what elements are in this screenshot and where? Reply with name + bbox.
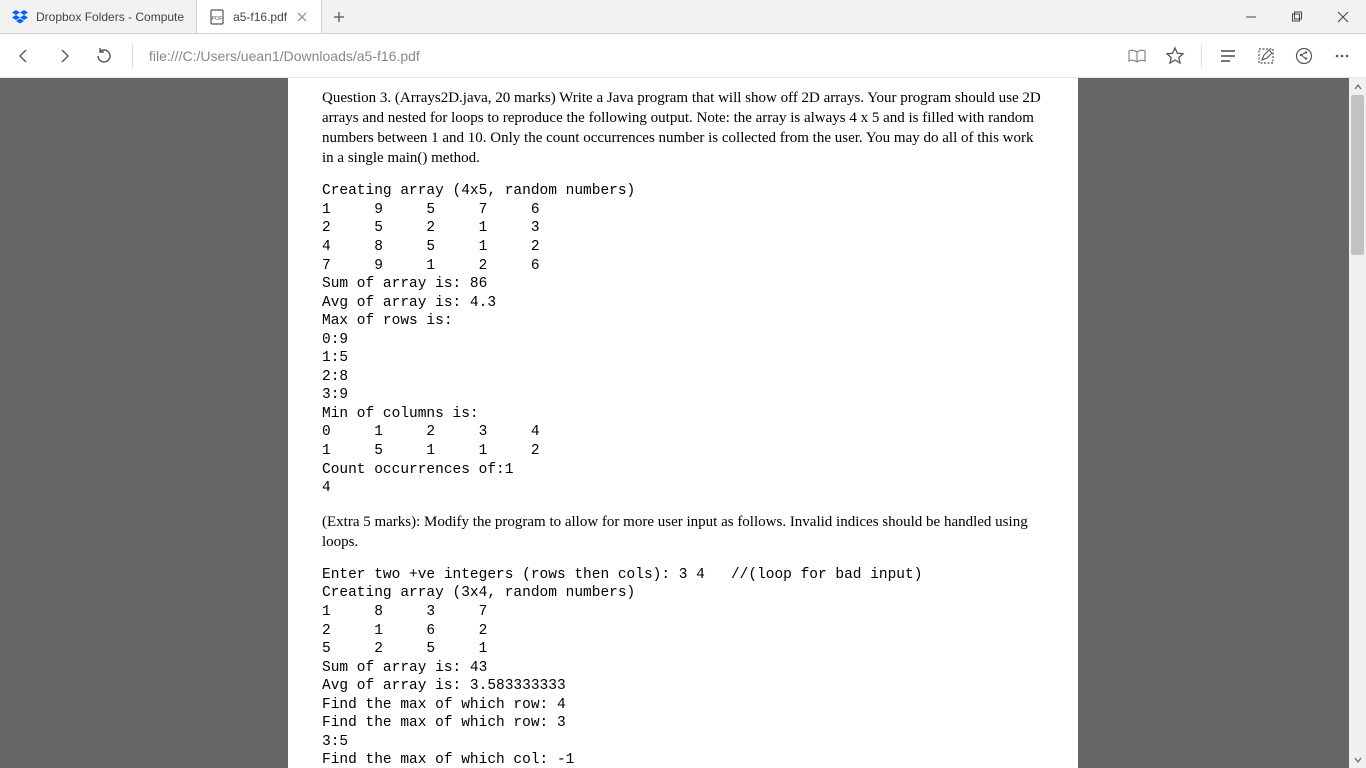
scroll-thumb[interactable] <box>1351 95 1364 255</box>
scroll-down-button[interactable] <box>1349 751 1366 768</box>
pdf-icon: PDF <box>209 9 225 25</box>
scroll-up-button[interactable] <box>1349 78 1366 95</box>
tab-title: Dropbox Folders - Compute <box>36 10 184 24</box>
separator <box>132 45 133 67</box>
hub-icon[interactable] <box>1210 38 1246 74</box>
url-text: file:///C:/Users/uean1/Downloads/a5-f16.… <box>149 48 420 64</box>
reading-view-icon[interactable] <box>1119 38 1155 74</box>
forward-button[interactable] <box>46 38 82 74</box>
address-bar: file:///C:/Users/uean1/Downloads/a5-f16.… <box>0 34 1366 78</box>
more-icon[interactable] <box>1324 38 1360 74</box>
new-tab-button[interactable] <box>322 0 356 33</box>
favorite-icon[interactable] <box>1157 38 1193 74</box>
pdf-page: Question 3. (Arrays2D.java, 20 marks) Wr… <box>288 78 1078 768</box>
svg-text:PDF: PDF <box>212 16 224 22</box>
back-button[interactable] <box>6 38 42 74</box>
code-block-2: Enter two +ve integers (rows then cols):… <box>322 566 1044 768</box>
share-icon[interactable] <box>1286 38 1322 74</box>
window-controls <box>1228 0 1366 33</box>
tab-bar: Dropbox Folders - Compute PDF a5-f16.pdf <box>0 0 1366 34</box>
separator <box>1201 45 1202 67</box>
tab-title: a5-f16.pdf <box>233 10 287 24</box>
close-tab-icon[interactable] <box>295 10 309 24</box>
extra-credit-text: (Extra 5 marks): Modify the program to a… <box>322 512 1044 552</box>
refresh-button[interactable] <box>86 38 122 74</box>
close-window-button[interactable] <box>1320 0 1366 34</box>
minimize-button[interactable] <box>1228 0 1274 34</box>
tab-pdf[interactable]: PDF a5-f16.pdf <box>197 0 322 33</box>
dropbox-icon <box>12 9 28 25</box>
toolbar-right <box>1119 38 1360 74</box>
vertical-scrollbar[interactable] <box>1349 78 1366 768</box>
webnote-icon[interactable] <box>1248 38 1284 74</box>
question3-text: Question 3. (Arrays2D.java, 20 marks) Wr… <box>322 88 1044 168</box>
maximize-button[interactable] <box>1274 0 1320 34</box>
url-input[interactable]: file:///C:/Users/uean1/Downloads/a5-f16.… <box>143 40 1115 72</box>
tab-dropbox[interactable]: Dropbox Folders - Compute <box>0 0 197 33</box>
code-block-1: Creating array (4x5, random numbers) 1 9… <box>322 182 1044 497</box>
pdf-viewport: Question 3. (Arrays2D.java, 20 marks) Wr… <box>0 78 1366 768</box>
